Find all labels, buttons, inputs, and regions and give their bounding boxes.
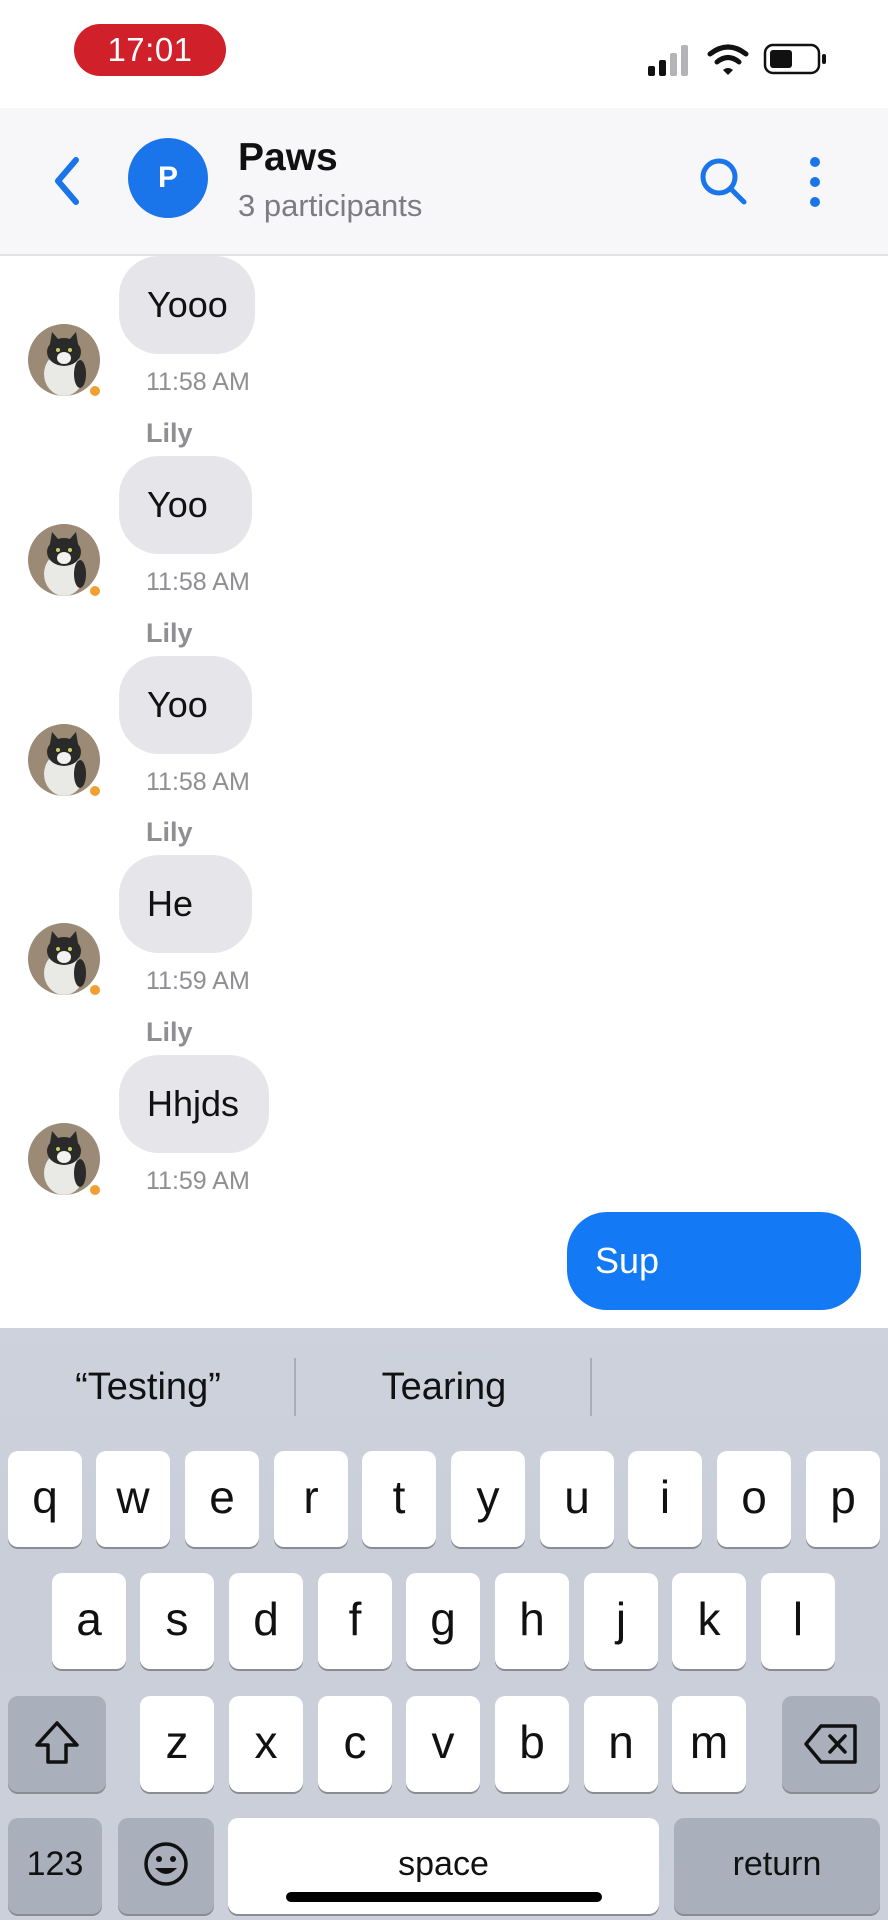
key-k[interactable]: k <box>672 1573 746 1669</box>
key-i[interactable]: i <box>628 1451 702 1547</box>
search-button[interactable] <box>698 156 750 208</box>
message-time: 11:58 AM <box>146 768 250 796</box>
status-bar: 17:01 <box>0 0 888 108</box>
message-time: 11:58 AM <box>146 568 250 596</box>
keyboard: “Testing” Tearing q w e r t y u i o p a … <box>0 1328 888 1920</box>
key-a[interactable]: a <box>52 1573 126 1669</box>
key-s[interactable]: s <box>140 1573 214 1669</box>
online-status-dot <box>88 983 102 997</box>
participants-count: 3 participants <box>238 188 423 223</box>
key-m[interactable]: m <box>672 1696 746 1792</box>
sender-name: Lily <box>146 618 193 648</box>
key-l[interactable]: l <box>761 1573 835 1669</box>
key-w[interactable]: w <box>96 1451 170 1547</box>
key-e[interactable]: e <box>185 1451 259 1547</box>
emoji-key[interactable] <box>118 1818 214 1914</box>
message-time: 11:59 AM <box>146 967 250 995</box>
key-d[interactable]: d <box>229 1573 303 1669</box>
incoming-bubble[interactable]: Yoo <box>119 456 252 554</box>
search-icon <box>700 158 747 205</box>
key-f[interactable]: f <box>318 1573 392 1669</box>
incoming-bubble[interactable]: Hhjds <box>119 1055 269 1153</box>
online-status-dot <box>88 784 102 798</box>
key-j[interactable]: j <box>584 1573 658 1669</box>
online-status-dot <box>88 1183 102 1197</box>
backspace-icon <box>804 1724 857 1764</box>
key-x[interactable]: x <box>229 1696 303 1792</box>
key-z[interactable]: z <box>140 1696 214 1792</box>
online-status-dot <box>88 584 102 598</box>
message-time: 11:58 AM <box>146 368 250 396</box>
return-key[interactable]: return <box>674 1818 880 1914</box>
numbers-key[interactable]: 123 <box>8 1818 102 1914</box>
key-r[interactable]: r <box>274 1451 348 1547</box>
wifi-icon <box>707 44 749 75</box>
back-button[interactable] <box>46 152 92 210</box>
key-u[interactable]: u <box>540 1451 614 1547</box>
key-c[interactable]: c <box>318 1696 392 1792</box>
chat-title[interactable]: Paws <box>238 136 338 180</box>
key-b[interactable]: b <box>495 1696 569 1792</box>
suggestion-bar: “Testing” Tearing <box>0 1328 888 1446</box>
home-indicator[interactable] <box>286 1892 602 1902</box>
sender-name: Lily <box>146 418 193 448</box>
key-y[interactable]: y <box>451 1451 525 1547</box>
chevron-left-icon <box>55 157 79 205</box>
incoming-bubble[interactable]: He <box>119 855 252 953</box>
incoming-bubble[interactable]: Yoo <box>119 656 252 754</box>
cellular-signal-icon <box>648 45 688 76</box>
key-o[interactable]: o <box>717 1451 791 1547</box>
incoming-bubble[interactable]: Yooo <box>119 256 255 354</box>
online-status-dot <box>88 384 102 398</box>
emoji-icon <box>144 1842 188 1886</box>
battery-icon <box>763 43 826 75</box>
message-list[interactable]: Yooo 11:58 AM Lily Yoo 11:58 AM Lily Yoo… <box>0 256 888 1328</box>
more-options-button[interactable] <box>800 154 830 210</box>
group-avatar[interactable]: P <box>128 138 208 218</box>
message-time: 11:59 AM <box>146 1167 250 1195</box>
suggestion-item[interactable]: Tearing <box>296 1328 592 1446</box>
more-vertical-icon <box>810 157 820 207</box>
suggestion-item[interactable] <box>592 1328 888 1446</box>
key-t[interactable]: t <box>362 1451 436 1547</box>
key-g[interactable]: g <box>406 1573 480 1669</box>
shift-key[interactable] <box>8 1696 106 1792</box>
sender-name: Lily <box>146 817 193 847</box>
status-icons <box>648 40 828 80</box>
key-p[interactable]: p <box>806 1451 880 1547</box>
key-n[interactable]: n <box>584 1696 658 1792</box>
delete-key[interactable] <box>782 1696 880 1792</box>
sender-name: Lily <box>146 1017 193 1047</box>
key-v[interactable]: v <box>406 1696 480 1792</box>
suggestion-item[interactable]: “Testing” <box>0 1328 296 1446</box>
key-q[interactable]: q <box>8 1451 82 1547</box>
shift-arrow-icon <box>35 1721 79 1764</box>
outgoing-bubble[interactable]: Sup <box>567 1212 861 1310</box>
status-time: 17:01 <box>74 24 226 76</box>
key-h[interactable]: h <box>495 1573 569 1669</box>
chat-header: P Paws 3 participants <box>0 108 888 256</box>
